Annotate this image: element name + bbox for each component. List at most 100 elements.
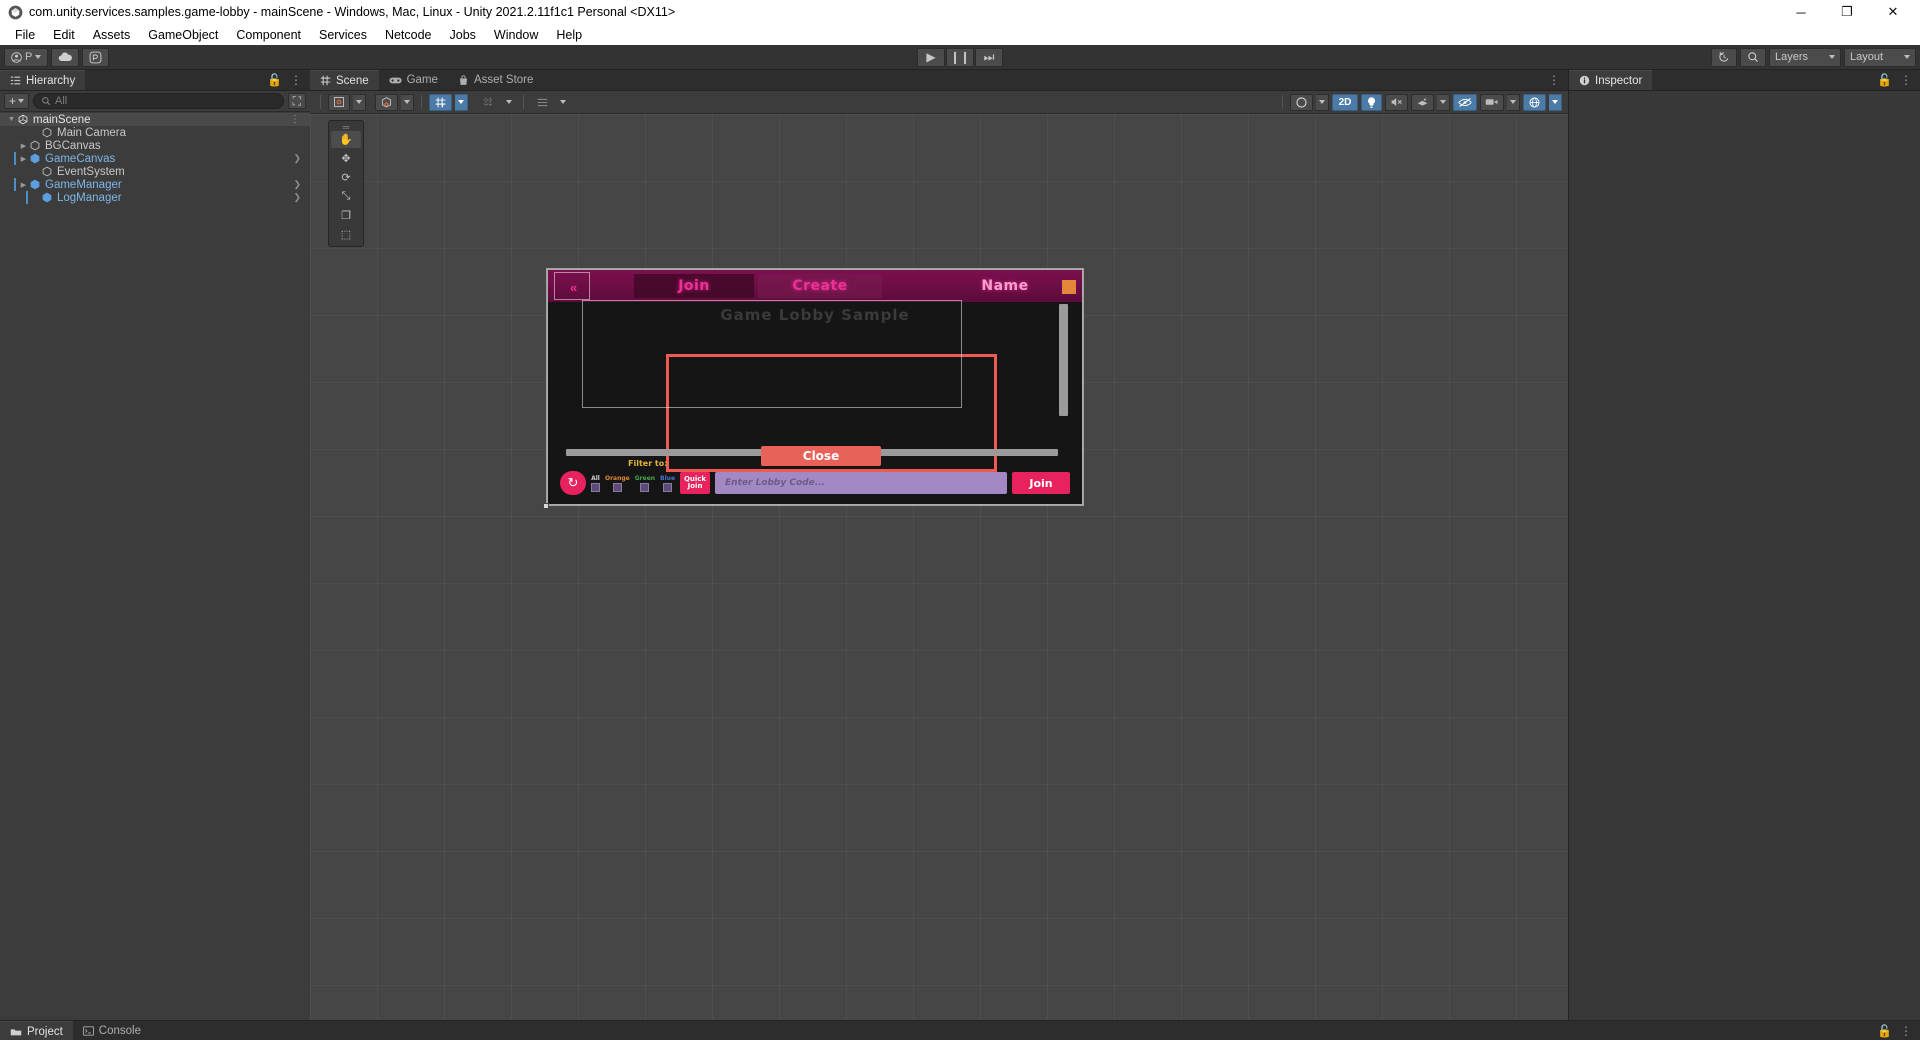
gizmos-toggle-button[interactable] (1523, 93, 1546, 111)
close-popup-button[interactable]: Close (761, 446, 881, 466)
scale-tool[interactable]: ⤡ (331, 188, 361, 205)
hidden-objects-button[interactable] (1453, 93, 1477, 111)
hierarchy-row-main camera[interactable]: Main Camera (0, 126, 310, 139)
prefab-open-icon[interactable]: ❯ (293, 179, 301, 190)
tab-scene[interactable]: Scene (310, 70, 379, 90)
refresh-button[interactable]: ↻ (560, 471, 586, 495)
scene-lighting-button[interactable] (1361, 93, 1382, 111)
prefab-open-icon[interactable]: ❯ (293, 192, 301, 203)
scene-view-options-dropdown[interactable] (557, 94, 570, 111)
expand-arrow-icon[interactable]: ▶ (18, 142, 29, 150)
menu-item-services[interactable]: Services (310, 26, 376, 44)
scene-view-options[interactable] (531, 94, 554, 111)
filter-blue-checkbox[interactable] (663, 482, 673, 492)
quick-join-button[interactable]: Quick Join (680, 472, 711, 494)
hierarchy-add-button[interactable]: + (4, 93, 30, 109)
expand-arrow-icon[interactable]: ▶ (18, 155, 29, 163)
menu-item-edit[interactable]: Edit (44, 26, 84, 44)
fx-effects-button[interactable] (1411, 93, 1434, 111)
hierarchy-row-bgcanvas[interactable]: ▶ BGCanvas (0, 139, 310, 152)
tab-inspector[interactable]: Inspector (1569, 70, 1653, 90)
tab-asset-store[interactable]: Asset Store (447, 70, 544, 90)
transform-tool[interactable]: ⬚ (331, 226, 361, 243)
nav-create-button[interactable]: Create (758, 274, 882, 298)
menu-item-jobs[interactable]: Jobs (441, 26, 485, 44)
vertex-snapping-toggle[interactable] (477, 94, 500, 111)
toolbar-search-button[interactable] (1740, 47, 1766, 67)
panel-menu-icon[interactable]: ⋮ (1548, 73, 1560, 87)
vertex-snapping-dropdown[interactable] (503, 94, 516, 111)
game-canvas-preview[interactable]: « Join Create Name Game Lobby Sample Clo… (547, 269, 1083, 505)
toggle-2d-button[interactable]: 2D (1332, 93, 1358, 111)
tab-project[interactable]: Project (0, 1021, 73, 1040)
filter-green-checkbox[interactable] (640, 482, 650, 492)
step-button[interactable]: ⏭ (975, 47, 1003, 67)
lobby-list-scrollbar[interactable] (1059, 304, 1068, 416)
tab-hierarchy[interactable]: Hierarchy (0, 70, 86, 90)
close-button[interactable]: ✕ (1870, 0, 1916, 24)
expand-arrow-icon[interactable]: ▶ (18, 181, 29, 189)
hierarchy-row-eventsystem[interactable]: EventSystem (0, 165, 310, 178)
gizmos-dropdown[interactable] (1549, 93, 1562, 111)
filter-blue[interactable]: Blue (660, 475, 675, 492)
minimize-button[interactable]: ─ (1778, 0, 1824, 24)
undo-history-icon[interactable] (1711, 47, 1737, 67)
tool-palette-grip[interactable]: ═ (329, 122, 363, 132)
hierarchy-search-input[interactable]: All (33, 93, 284, 109)
hierarchy-row-logmanager[interactable]: LogManager ❯ (0, 191, 310, 204)
panel-menu-icon[interactable]: ⋮ (1900, 1024, 1912, 1038)
tab-game[interactable]: Game (378, 70, 448, 90)
edit-name-icon[interactable] (1062, 280, 1076, 294)
play-button[interactable]: ▶ (917, 47, 945, 67)
hierarchy-expand-icon[interactable]: ⛶ (287, 93, 306, 109)
pivot-mode-dropdown[interactable] (353, 93, 366, 111)
lock-icon[interactable]: 🔓 (1877, 73, 1892, 87)
fx-effects-dropdown[interactable] (1437, 93, 1450, 111)
grid-snapping-dropdown[interactable] (455, 93, 468, 111)
scene-camera-dropdown[interactable] (1507, 93, 1520, 111)
lock-icon[interactable]: 🔓 (1877, 1024, 1892, 1038)
filter-orange-checkbox[interactable] (612, 482, 622, 492)
move-tool[interactable]: ✥ (331, 150, 361, 167)
join-by-code-button[interactable]: Join (1012, 472, 1070, 494)
collapse-arrow-icon[interactable]: ▼ (6, 116, 17, 123)
scene-audio-button[interactable] (1385, 93, 1408, 111)
scene-viewport[interactable]: ═ ✋ ✥ ⟳ ⤡ ❐ ⬚ « Join Create Name Game Lobby Sa… (310, 114, 1568, 1020)
filter-all[interactable]: All (591, 475, 600, 492)
pivot-mode-toggle[interactable] (328, 93, 350, 111)
nav-join-button[interactable]: Join (634, 274, 754, 298)
tab-console[interactable]: Console (72, 1021, 151, 1040)
back-chevron-icon[interactable]: « (570, 280, 577, 295)
menu-item-window[interactable]: Window (485, 26, 547, 44)
handle-space-toggle[interactable] (375, 93, 398, 111)
filter-all-checkbox[interactable] (591, 482, 600, 492)
handle-space-dropdown[interactable] (401, 93, 414, 111)
maximize-button[interactable]: ❐ (1824, 0, 1870, 24)
menu-item-help[interactable]: Help (547, 26, 591, 44)
menu-item-component[interactable]: Component (227, 26, 310, 44)
scene-camera-button[interactable] (1480, 93, 1504, 111)
hierarchy-row-gamecanvas[interactable]: ▶ GameCanvas ❯ (0, 152, 310, 165)
nav-name-label[interactable]: Name (950, 274, 1060, 298)
grid-snapping-toggle[interactable]: Y (429, 93, 452, 111)
hand-tool[interactable]: ✋ (331, 131, 361, 148)
collab-button[interactable] (82, 47, 110, 67)
scene-context-menu-icon[interactable]: ⋮ (290, 114, 300, 125)
pause-button[interactable]: ❙❙ (946, 47, 974, 67)
panel-menu-icon[interactable]: ⋮ (1900, 73, 1912, 87)
lock-icon[interactable]: 🔓 (267, 73, 282, 87)
menu-item-gameobject[interactable]: GameObject (139, 26, 227, 44)
menu-item-netcode[interactable]: Netcode (376, 26, 441, 44)
filter-green[interactable]: Green (635, 475, 655, 492)
hierarchy-row-gamemanager[interactable]: ▶ GameManager ❯ (0, 178, 310, 191)
prefab-open-icon[interactable]: ❯ (293, 153, 301, 164)
lobby-code-input[interactable]: Enter Lobby Code... (715, 472, 1007, 494)
hierarchy-row-mainscene[interactable]: ▼ mainScene ⋮ (0, 113, 310, 126)
rotate-tool[interactable]: ⟳ (331, 169, 361, 186)
panel-menu-icon[interactable]: ⋮ (290, 73, 302, 87)
layers-dropdown[interactable]: Layers (1769, 47, 1841, 67)
layout-dropdown[interactable]: Layout (1844, 47, 1916, 67)
scene-lighting-sphere-dropdown[interactable] (1316, 93, 1329, 111)
menu-item-file[interactable]: File (6, 26, 44, 44)
menu-item-assets[interactable]: Assets (84, 26, 140, 44)
